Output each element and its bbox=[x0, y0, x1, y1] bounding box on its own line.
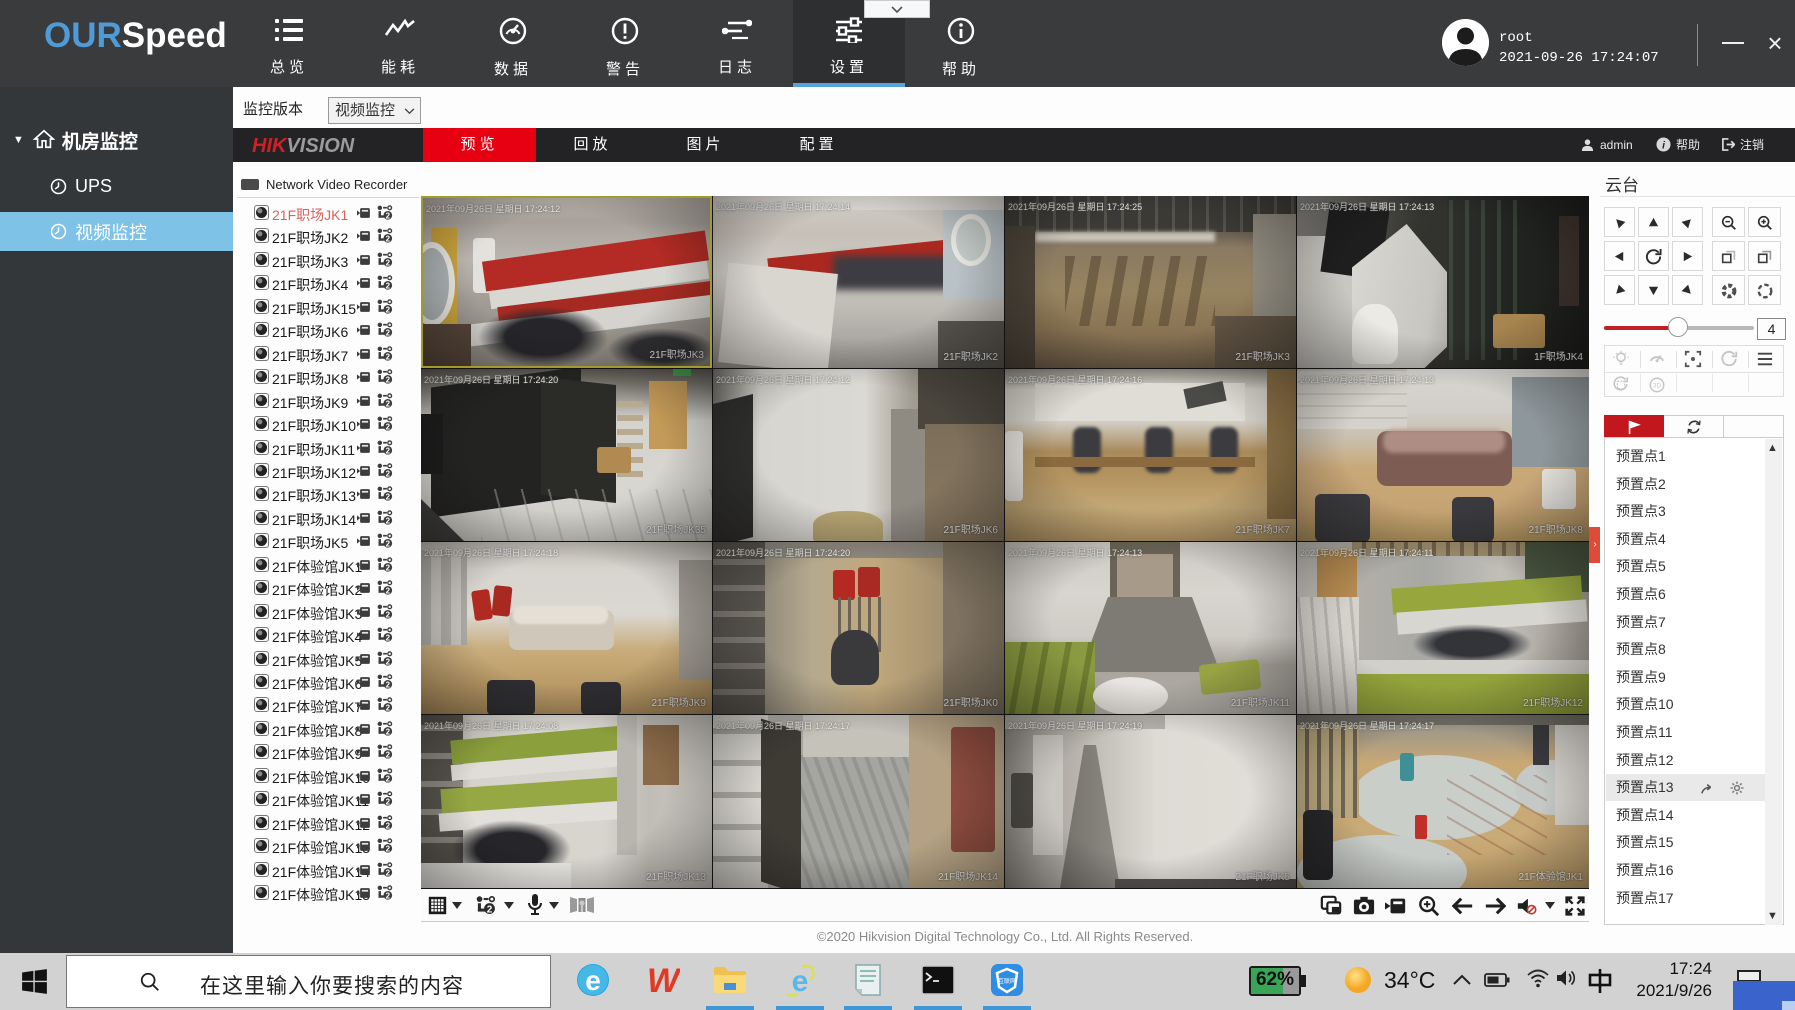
svg-text:2: 2 bbox=[386, 517, 391, 526]
svg-text:e: e bbox=[792, 965, 809, 997]
svg-text:2: 2 bbox=[386, 704, 391, 713]
svg-text:2: 2 bbox=[386, 892, 391, 901]
svg-text:2: 2 bbox=[386, 329, 391, 338]
svg-text:2: 2 bbox=[386, 728, 391, 737]
svg-text:2: 2 bbox=[386, 400, 391, 409]
svg-text:2: 2 bbox=[386, 681, 391, 690]
svg-text:2: 2 bbox=[386, 751, 391, 760]
svg-text:2: 2 bbox=[386, 634, 391, 643]
svg-text:2: 2 bbox=[386, 493, 391, 502]
svg-text:2: 2 bbox=[386, 282, 391, 291]
svg-text:2: 2 bbox=[386, 235, 391, 244]
svg-text:2: 2 bbox=[386, 869, 391, 878]
svg-text:2: 2 bbox=[386, 611, 391, 620]
svg-text:2: 2 bbox=[386, 845, 391, 854]
svg-text:2: 2 bbox=[386, 447, 391, 456]
svg-text:2: 2 bbox=[386, 470, 391, 479]
svg-text:2: 2 bbox=[386, 587, 391, 596]
svg-text:2: 2 bbox=[386, 775, 391, 784]
svg-text:e: e bbox=[585, 965, 601, 996]
svg-text:2: 2 bbox=[386, 798, 391, 807]
svg-text:2: 2 bbox=[386, 423, 391, 432]
svg-text:2: 2 bbox=[386, 212, 391, 221]
svg-text:2: 2 bbox=[386, 353, 391, 362]
svg-text:3D: 3D bbox=[1653, 383, 1662, 390]
svg-text:W: W bbox=[647, 963, 680, 997]
svg-text:互联网: 互联网 bbox=[998, 977, 1016, 985]
svg-text:2: 2 bbox=[487, 905, 493, 916]
svg-text:2: 2 bbox=[386, 259, 391, 268]
svg-text:2: 2 bbox=[386, 658, 391, 667]
svg-text:2: 2 bbox=[386, 306, 391, 315]
svg-text:2: 2 bbox=[386, 376, 391, 385]
svg-text:2: 2 bbox=[386, 540, 391, 549]
svg-text:2: 2 bbox=[386, 822, 391, 831]
svg-text:2: 2 bbox=[386, 564, 391, 573]
